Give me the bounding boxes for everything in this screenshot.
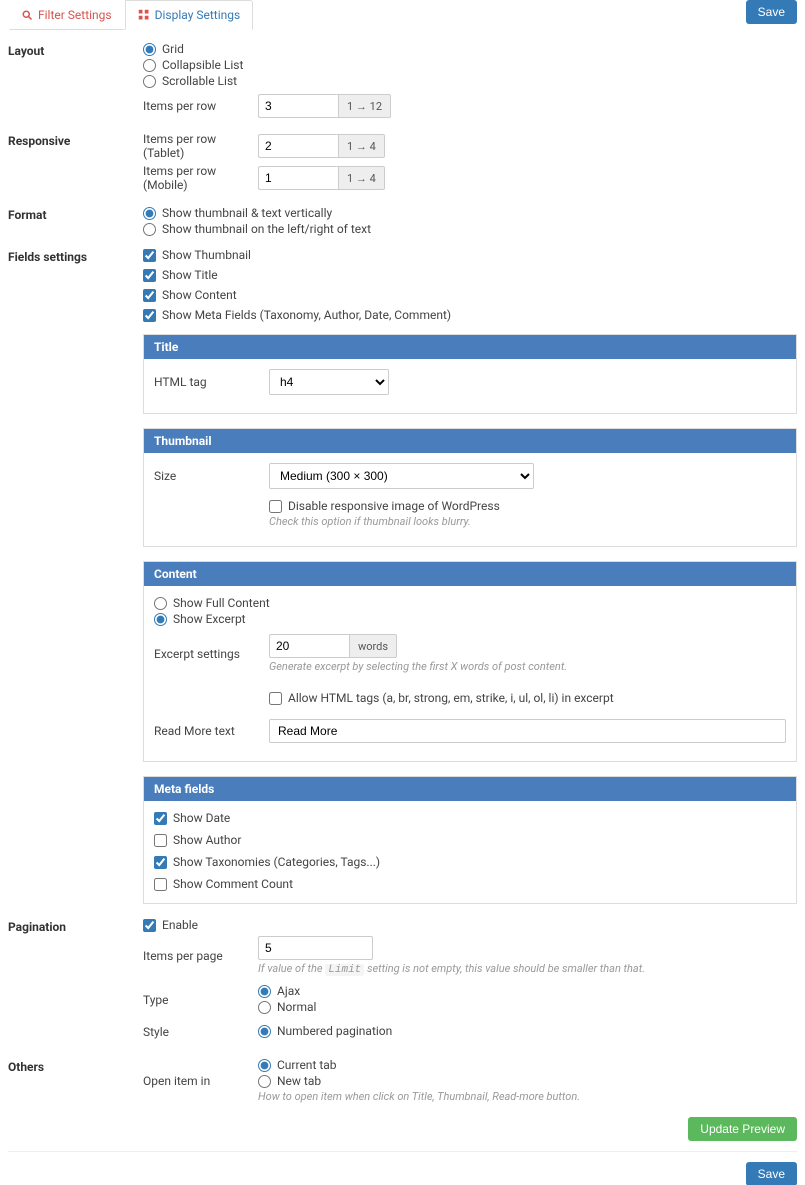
show-meta-label: Show Meta Fields (Taxonomy, Author, Date… — [162, 308, 451, 322]
update-preview-button[interactable]: Update Preview — [688, 1117, 797, 1141]
format-side-radio[interactable] — [143, 223, 156, 236]
tab-display-label: Display Settings — [155, 8, 241, 22]
allow-html-label: Allow HTML tags (a, br, strong, em, stri… — [288, 691, 614, 705]
show-content-check[interactable] — [143, 289, 156, 302]
format-heading: Format — [8, 206, 143, 222]
pagination-enable-check[interactable] — [143, 919, 156, 932]
open-current-label: Current tab — [277, 1058, 337, 1072]
show-content-label: Show Content — [162, 288, 237, 302]
excerpt-hint: Generate excerpt by selecting the first … — [269, 660, 567, 673]
pagination-normal-label: Normal — [277, 1000, 316, 1014]
show-date-check[interactable] — [154, 812, 167, 825]
layout-collapsible-radio[interactable] — [143, 59, 156, 72]
pagination-ajax-radio[interactable] — [258, 985, 271, 998]
others-heading: Others — [8, 1058, 143, 1074]
meta-panel: Meta fields Show Date Show Author Show T… — [143, 776, 797, 904]
show-comment-label: Show Comment Count — [173, 877, 293, 891]
grid-icon — [138, 9, 150, 21]
items-per-row-range: 1 → 12 — [338, 94, 391, 118]
show-date-label: Show Date — [173, 811, 230, 825]
html-tag-label: HTML tag — [154, 375, 269, 389]
mobile-range: 1 → 4 — [338, 166, 385, 190]
items-per-page-input[interactable] — [258, 936, 373, 960]
layout-scrollable-radio[interactable] — [143, 75, 156, 88]
show-author-label: Show Author — [173, 833, 241, 847]
thumb-hint: Check this option if thumbnail looks blu… — [269, 515, 500, 528]
disable-responsive-check[interactable] — [269, 500, 282, 513]
thumbnail-panel-header: Thumbnail — [144, 429, 796, 453]
tab-display-settings[interactable]: Display Settings — [125, 0, 254, 30]
show-meta-check[interactable] — [143, 309, 156, 322]
search-icon — [21, 9, 33, 21]
save-button-bottom[interactable]: Save — [746, 1162, 797, 1185]
items-per-row-label: Items per row — [143, 99, 258, 113]
excerpt-words-input[interactable] — [269, 634, 349, 658]
show-thumbnail-check[interactable] — [143, 249, 156, 262]
thumbnail-panel: Thumbnail Size Medium (300 × 300) Disabl… — [143, 428, 797, 547]
thumb-size-select[interactable]: Medium (300 × 300) — [269, 463, 534, 489]
pagination-heading: Pagination — [8, 918, 143, 934]
content-panel-header: Content — [144, 562, 796, 586]
open-newtab-label: New tab — [277, 1074, 321, 1088]
pagination-normal-radio[interactable] — [258, 1001, 271, 1014]
layout-collapsible-label: Collapsible List — [162, 58, 243, 72]
tab-filter-label: Filter Settings — [38, 8, 112, 22]
items-per-page-label: Items per page — [143, 949, 258, 963]
show-thumbnail-label: Show Thumbnail — [162, 248, 251, 262]
format-side-label: Show thumbnail on the left/right of text — [162, 222, 371, 236]
items-per-page-hint: If value of the Limit setting is not emp… — [258, 962, 645, 976]
pagination-style-label: Style — [143, 1025, 258, 1039]
open-item-label: Open item in — [143, 1074, 258, 1088]
show-tax-check[interactable] — [154, 856, 167, 869]
html-tag-select[interactable]: h4 — [269, 369, 389, 395]
show-title-check[interactable] — [143, 269, 156, 282]
save-button[interactable]: Save — [746, 0, 797, 24]
tabs: Filter Settings Display Settings — [8, 0, 253, 30]
pagination-numbered-label: Numbered pagination — [277, 1024, 392, 1038]
show-comment-check[interactable] — [154, 878, 167, 891]
tablet-input[interactable] — [258, 134, 338, 158]
pagination-numbered-radio[interactable] — [258, 1025, 271, 1038]
thumb-size-label: Size — [154, 469, 269, 483]
layout-scrollable-label: Scrollable List — [162, 74, 237, 88]
readmore-input[interactable] — [269, 719, 786, 743]
show-excerpt-label: Show Excerpt — [173, 612, 246, 626]
allow-html-check[interactable] — [269, 692, 282, 705]
fields-heading: Fields settings — [8, 248, 143, 264]
pagination-enable-label: Enable — [162, 918, 198, 932]
show-full-radio[interactable] — [154, 597, 167, 610]
tablet-range: 1 → 4 — [338, 134, 385, 158]
responsive-heading: Responsive — [8, 132, 143, 148]
meta-panel-header: Meta fields — [144, 777, 796, 801]
layout-grid-radio[interactable] — [143, 43, 156, 56]
title-panel-header: Title — [144, 335, 796, 359]
tab-filter-settings[interactable]: Filter Settings — [8, 0, 125, 30]
layout-grid-label: Grid — [162, 42, 184, 56]
open-current-radio[interactable] — [258, 1059, 271, 1072]
show-excerpt-radio[interactable] — [154, 613, 167, 626]
show-author-check[interactable] — [154, 834, 167, 847]
format-vertical-radio[interactable] — [143, 207, 156, 220]
show-title-label: Show Title — [162, 268, 218, 282]
show-tax-label: Show Taxonomies (Categories, Tags...) — [173, 855, 380, 869]
format-vertical-label: Show thumbnail & text vertically — [162, 206, 332, 220]
excerpt-words-suffix: words — [349, 634, 397, 658]
open-newtab-radio[interactable] — [258, 1075, 271, 1088]
excerpt-settings-label: Excerpt settings — [154, 647, 269, 661]
pagination-type-label: Type — [143, 993, 258, 1007]
show-full-label: Show Full Content — [173, 596, 270, 610]
open-hint: How to open item when click on Title, Th… — [258, 1090, 580, 1103]
mobile-input[interactable] — [258, 166, 338, 190]
tablet-label: Items per row (Tablet) — [143, 132, 258, 160]
pagination-ajax-label: Ajax — [277, 984, 300, 998]
content-panel: Content Show Full Content Show Excerpt E… — [143, 561, 797, 762]
mobile-label: Items per row (Mobile) — [143, 164, 258, 192]
disable-responsive-label: Disable responsive image of WordPress — [288, 499, 500, 513]
title-panel: Title HTML tag h4 — [143, 334, 797, 414]
layout-heading: Layout — [8, 42, 143, 58]
readmore-label: Read More text — [154, 724, 269, 738]
items-per-row-input[interactable] — [258, 94, 338, 118]
